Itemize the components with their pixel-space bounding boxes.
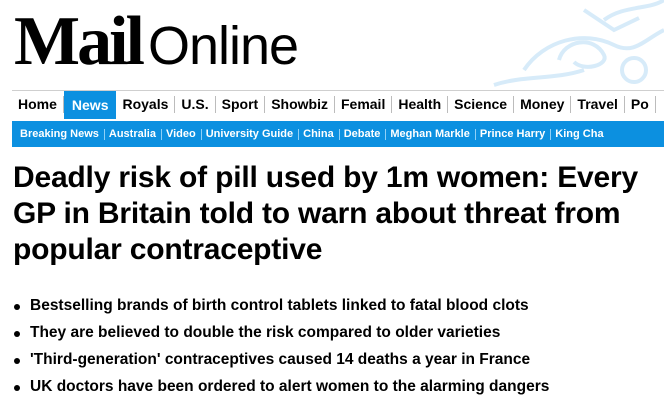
subnav-item-king-cha[interactable]: King Cha: [550, 121, 608, 147]
bullet-item: UK doctors have been ordered to alert wo…: [13, 373, 658, 400]
subnav-item-china[interactable]: China: [298, 121, 339, 147]
nav-item-showbiz[interactable]: Showbiz: [265, 96, 335, 113]
subnav-item-university-guide[interactable]: University Guide: [200, 121, 298, 147]
nav-item-science[interactable]: Science: [448, 96, 515, 113]
nav-item-royals[interactable]: Royals: [116, 96, 176, 113]
logo-online: Online: [147, 16, 299, 76]
decorative-pattern-icon: [493, 0, 664, 87]
nav-item-health[interactable]: Health: [392, 96, 449, 113]
logo-mail: Mail: [14, 3, 145, 80]
bullet-item: 'Third-generation' contraceptives caused…: [13, 346, 658, 373]
nav-item-travel[interactable]: Travel: [571, 96, 625, 113]
subnav-item-breaking-news[interactable]: Breaking News: [18, 121, 104, 147]
nav-item-po[interactable]: Po: [625, 96, 656, 113]
nav-item-money[interactable]: Money: [514, 96, 572, 113]
subnav-item-debate[interactable]: Debate: [338, 121, 386, 147]
subnav-item-prince-harry[interactable]: Prince Harry: [474, 121, 550, 147]
nav-item-u-s[interactable]: U.S.: [175, 96, 216, 113]
bullet-item: They are believed to double the risk com…: [13, 319, 658, 346]
nav-item-femail[interactable]: Femail: [335, 96, 393, 113]
nav-item-home[interactable]: Home: [12, 96, 64, 113]
primary-nav: Home News Royals U.S. Sport Showbiz Femail Heal…: [12, 90, 664, 119]
subnav-item-video[interactable]: Video: [160, 121, 201, 147]
secondary-nav: Breaking News Australia Video University Gu…: [12, 121, 664, 147]
masthead: Mail Online: [0, 0, 664, 90]
subnav-item-australia[interactable]: Australia: [103, 121, 161, 147]
nav-item-news[interactable]: News: [63, 91, 117, 119]
nav-item-sport[interactable]: Sport: [216, 96, 266, 113]
subnav-item-meghan-markle[interactable]: Meghan Markle: [385, 121, 474, 147]
bullet-item: Bestselling brands of birth control tabl…: [13, 292, 658, 319]
site-logo[interactable]: Mail Online: [14, 2, 299, 82]
article-headline[interactable]: Deadly risk of pill used by 1m women: Ev…: [13, 160, 653, 268]
article-bullets: Bestselling brands of birth control tabl…: [13, 292, 658, 400]
